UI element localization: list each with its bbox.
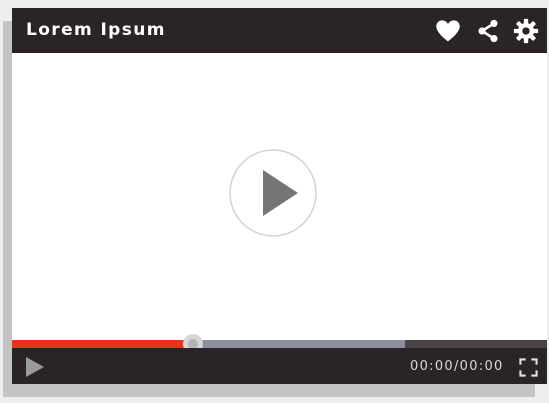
time-display: 00:00/00:00 (410, 359, 504, 374)
gear-icon[interactable] (513, 18, 539, 44)
heart-icon[interactable] (435, 18, 461, 44)
progress-bar[interactable] (12, 334, 547, 354)
video-player: Lorem Ipsum 00:00/00:00 (12, 8, 547, 384)
fullscreen-icon[interactable] (519, 358, 538, 377)
share-icon[interactable] (475, 18, 501, 44)
progress-played (12, 340, 194, 348)
control-bar: 00:00/00:00 (12, 348, 547, 384)
video-area[interactable] (12, 53, 547, 340)
video-title: Lorem Ipsum (26, 20, 166, 40)
top-bar: Lorem Ipsum (12, 8, 547, 53)
play-icon[interactable] (229, 149, 317, 237)
play-icon[interactable] (25, 356, 45, 378)
